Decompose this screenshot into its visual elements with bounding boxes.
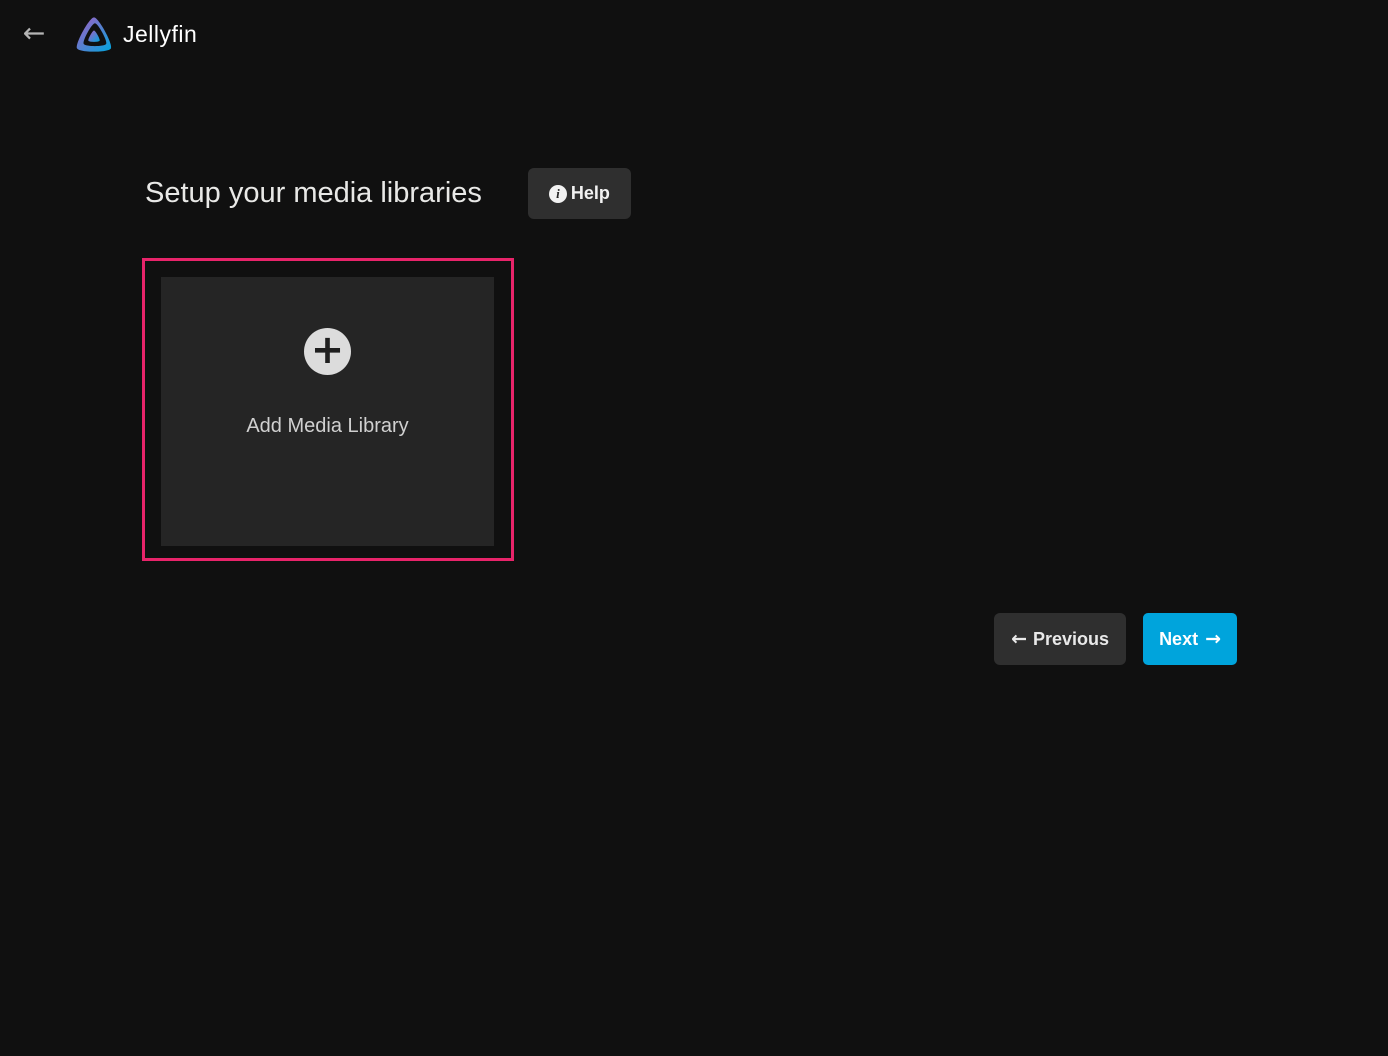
back-arrow-icon: ←	[23, 18, 46, 49]
page-title: Setup your media libraries	[145, 177, 482, 210]
info-icon: i	[549, 185, 567, 203]
previous-button[interactable]: ← Previous	[994, 613, 1126, 665]
app-title: Jellyfin	[123, 21, 197, 48]
arrow-left-icon: ←	[1011, 630, 1027, 649]
arrow-right-icon: →	[1205, 630, 1221, 649]
setup-wizard-page: { "header": { "app_title": "Jellyfin" },…	[0, 0, 1388, 1056]
back-button[interactable]: ←	[16, 16, 52, 52]
next-button-label: Next	[1159, 630, 1198, 648]
previous-button-label: Previous	[1033, 630, 1109, 648]
add-library-card-label: Add Media Library	[246, 415, 408, 438]
help-button-label: Help	[571, 183, 610, 204]
app-header: ← Jellyfin	[0, 0, 1388, 68]
add-media-library-card[interactable]: + Add Media Library	[161, 277, 494, 546]
help-button[interactable]: i Help	[528, 168, 631, 219]
heading-row: Setup your media libraries i Help	[145, 168, 631, 219]
wizard-nav: ← Previous Next →	[994, 613, 1237, 665]
add-library-card-focus-outline: + Add Media Library	[142, 258, 514, 561]
plus-icon: +	[304, 328, 351, 375]
jellyfin-logo-icon	[72, 11, 116, 58]
next-button[interactable]: Next →	[1143, 613, 1237, 665]
